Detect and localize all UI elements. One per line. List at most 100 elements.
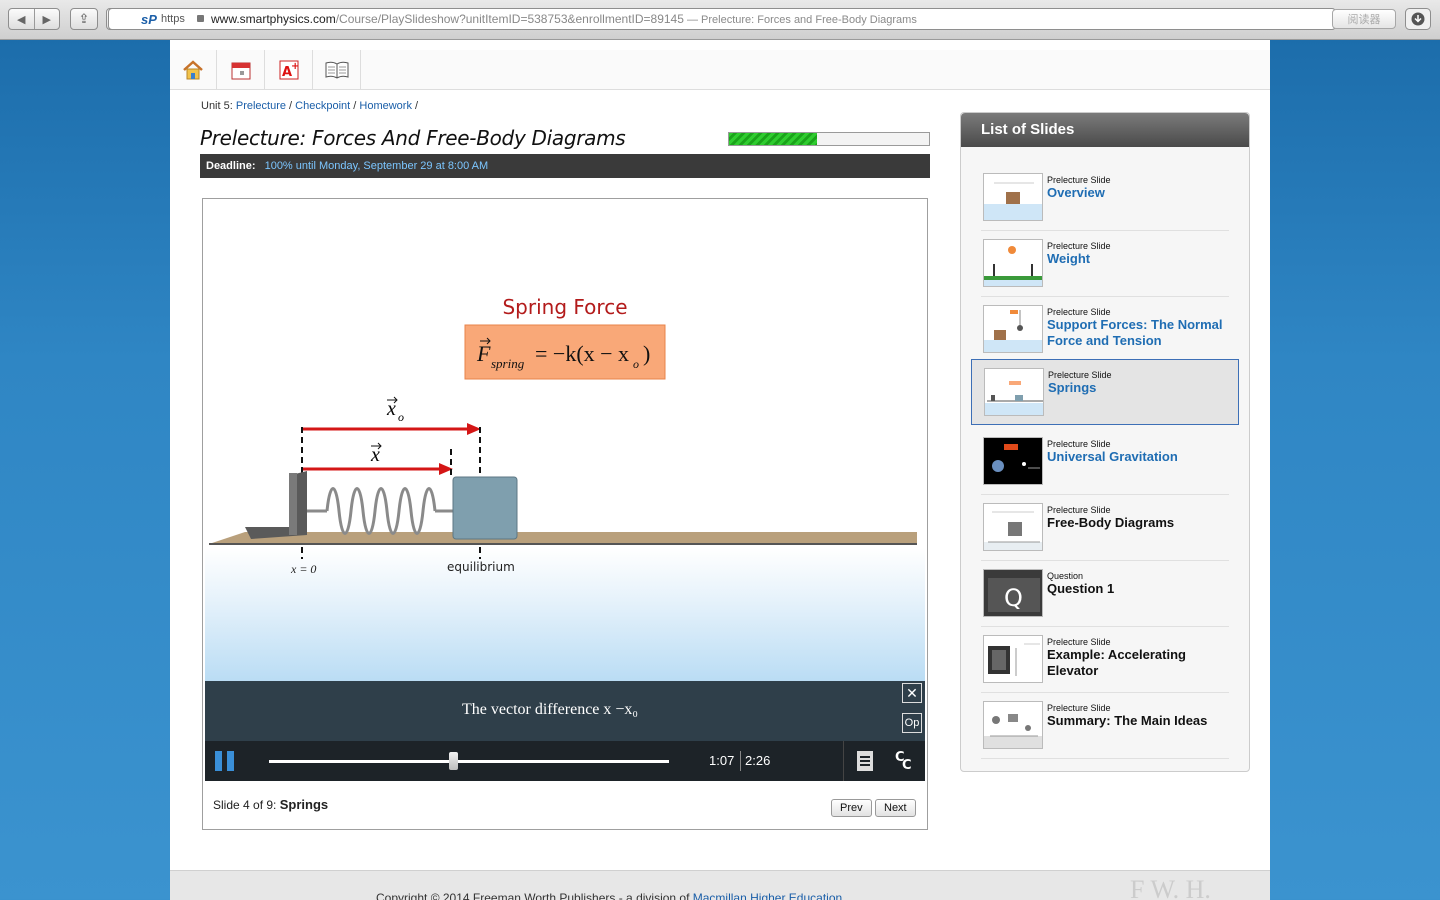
deadline-label: Deadline: (206, 160, 256, 172)
svg-text:x: x (386, 398, 396, 420)
forward-icon[interactable]: ▶ (35, 9, 60, 29)
course-icon-bar: A + (170, 50, 1270, 90)
x-vector-label: x (370, 442, 382, 466)
url-text: www.smartphysics.com/Course/PlaySlidesho… (211, 12, 917, 26)
slide-list-item[interactable]: Prelecture Slide Summary: The Main Ideas (981, 693, 1229, 759)
slide-list-panel: List of Slides Prelecture Slide Overview… (960, 112, 1250, 772)
page-title: Prelecture: Forces And Free-Body Diagram… (200, 126, 626, 150)
slide-heading: Spring Force (502, 295, 627, 319)
svg-text:F: F (476, 341, 491, 366)
time-total: 2:26 (745, 753, 771, 768)
player-controls: 1:07 2:26 C C (205, 741, 925, 781)
x0-label: x = 0 (290, 562, 316, 576)
deadline-bar: Deadline: 100% until Monday, September 2… (200, 154, 930, 178)
spring (307, 487, 453, 535)
slide-canvas: Spring Force F spring = −k(x − x o ) x o (205, 201, 925, 683)
slide-name-label: Example: Accelerating Elevator (1047, 647, 1186, 678)
slide-list-item-active[interactable]: Prelecture Slide Springs (971, 359, 1239, 425)
svg-text:Q: Q (1004, 584, 1023, 612)
prev-button[interactable]: Prev (831, 799, 872, 817)
slide-list-item[interactable]: Prelecture Slide Weight (981, 231, 1229, 297)
deadline-value: 100% until Monday, September 29 at 8:00 … (264, 160, 489, 172)
seek-track[interactable] (269, 760, 669, 763)
caption-text: The vector difference x −x₀ (462, 701, 638, 718)
breadcrumb-checkpoint-link[interactable]: Checkpoint (295, 100, 350, 112)
breadcrumb-prefix: Unit 5: (201, 100, 233, 112)
slide-type-label: Prelecture Slide (1047, 637, 1111, 647)
slide-name-label: Question 1 (1047, 581, 1115, 596)
slide-name-label: Universal Gravitation (1047, 449, 1178, 464)
page: A + Unit 5: Prelecture / Checkpoint / Ho… (170, 40, 1270, 900)
slide-player: Spring Force F spring = −k(x − x o ) x o (202, 198, 928, 830)
slide-list-item[interactable]: Prelecture Slide Overview (981, 165, 1229, 231)
slide-footer: Slide 4 of 9: Springs (213, 797, 328, 812)
slide-name-label: Free-Body Diagrams (1047, 515, 1175, 530)
slide-thumbnail (983, 437, 1043, 485)
slide-list-item[interactable]: Prelecture Slide Universal Gravitation (981, 429, 1229, 495)
caption-options-button[interactable]: Op (902, 713, 922, 733)
slide-name-label: Summary: The Main Ideas (1047, 713, 1208, 728)
close-caption-icon[interactable]: ✕ (902, 683, 922, 703)
breadcrumb-prelecture-link[interactable]: Prelecture (236, 100, 286, 112)
https-label: https (161, 13, 185, 25)
equilibrium-label: equilibrium (447, 560, 515, 574)
slide-name-label: Weight (1047, 251, 1091, 266)
pause-icon[interactable] (215, 751, 237, 771)
slide-type-label: Prelecture Slide (1047, 505, 1111, 515)
publisher-logo: F W. H. (1130, 875, 1211, 900)
calendar-icon[interactable] (218, 50, 265, 90)
grades-icon[interactable]: A + (266, 50, 313, 90)
back-icon[interactable]: ◀ (9, 9, 35, 29)
closed-captions-icon[interactable]: C C (895, 749, 915, 776)
slide-thumbnail (983, 503, 1043, 551)
slide-thumbnail (983, 239, 1043, 287)
slide-list-item[interactable]: Prelecture Slide Example: Accelerating E… (981, 627, 1229, 693)
slide-thumbnail (983, 701, 1043, 749)
slide-type-label: Prelecture Slide (1047, 703, 1111, 713)
slide-thumbnail (983, 635, 1043, 683)
svg-text:C: C (902, 758, 912, 771)
reader-button[interactable]: 阅读器 (1332, 9, 1396, 29)
time-current: 1:07 (709, 753, 735, 768)
back-forward-group: ◀ ▶ (8, 8, 60, 30)
wall-bracket (245, 471, 307, 539)
slide-type-label: Prelecture Slide (1047, 307, 1111, 317)
browser-toolbar: ◀ ▶ ⇪ + sP https www.smartphysics.com/Co… (0, 0, 1440, 40)
next-button[interactable]: Next (875, 799, 916, 817)
home-icon[interactable] (170, 50, 217, 90)
slide-thumbnail (984, 368, 1044, 416)
slide-thumbnail (983, 305, 1043, 353)
svg-text:x: x (370, 444, 380, 466)
slide-name-label: Springs (1048, 380, 1097, 395)
current-slide-name: Springs (279, 797, 329, 812)
caption-bar: The vector difference x −x₀ ✕ Op (205, 681, 925, 741)
svg-text:= −k(x − x: = −k(x − x (535, 341, 629, 366)
slide-position: Slide 4 of 9: (213, 798, 280, 812)
book-icon[interactable] (314, 50, 361, 90)
macmillan-link[interactable]: Macmillan Higher Education (693, 891, 842, 900)
site-favicon-icon: sP (141, 12, 157, 27)
address-bar[interactable]: sP https www.smartphysics.com/Course/Pla… (108, 8, 1336, 30)
slide-list-item[interactable]: Prelecture Slide Free-Body Diagrams (981, 495, 1229, 561)
breadcrumb-homework-link[interactable]: Homework (359, 100, 412, 112)
slide-thumbnail (983, 173, 1043, 221)
share-icon[interactable]: ⇪ (70, 8, 98, 30)
time-divider (740, 751, 741, 771)
slide-list-item[interactable]: Q Question Question 1 (981, 561, 1229, 627)
svg-text:): ) (643, 341, 650, 366)
slide-type-label: Prelecture Slide (1048, 370, 1112, 380)
progress-fill (729, 133, 817, 145)
svg-text:o: o (398, 410, 404, 424)
downloads-icon[interactable] (1405, 8, 1431, 35)
svg-text:spring: spring (491, 356, 525, 371)
notes-icon[interactable] (857, 751, 873, 771)
copyright-text: Copyright © 2014 Freeman Worth Publisher… (376, 891, 846, 900)
slide-list-item[interactable]: Prelecture Slide Support Forces: The Nor… (981, 297, 1229, 363)
floor (209, 532, 917, 544)
page-footer: Copyright © 2014 Freeman Worth Publisher… (170, 870, 1270, 900)
x0-vector-label: x o (386, 396, 404, 424)
svg-text:+: + (291, 61, 299, 72)
slide-name-label: Support Forces: The Normal Force and Ten… (1047, 317, 1223, 348)
seek-thumb[interactable] (449, 752, 458, 770)
breadcrumb: Unit 5: Prelecture / Checkpoint / Homewo… (201, 100, 419, 112)
